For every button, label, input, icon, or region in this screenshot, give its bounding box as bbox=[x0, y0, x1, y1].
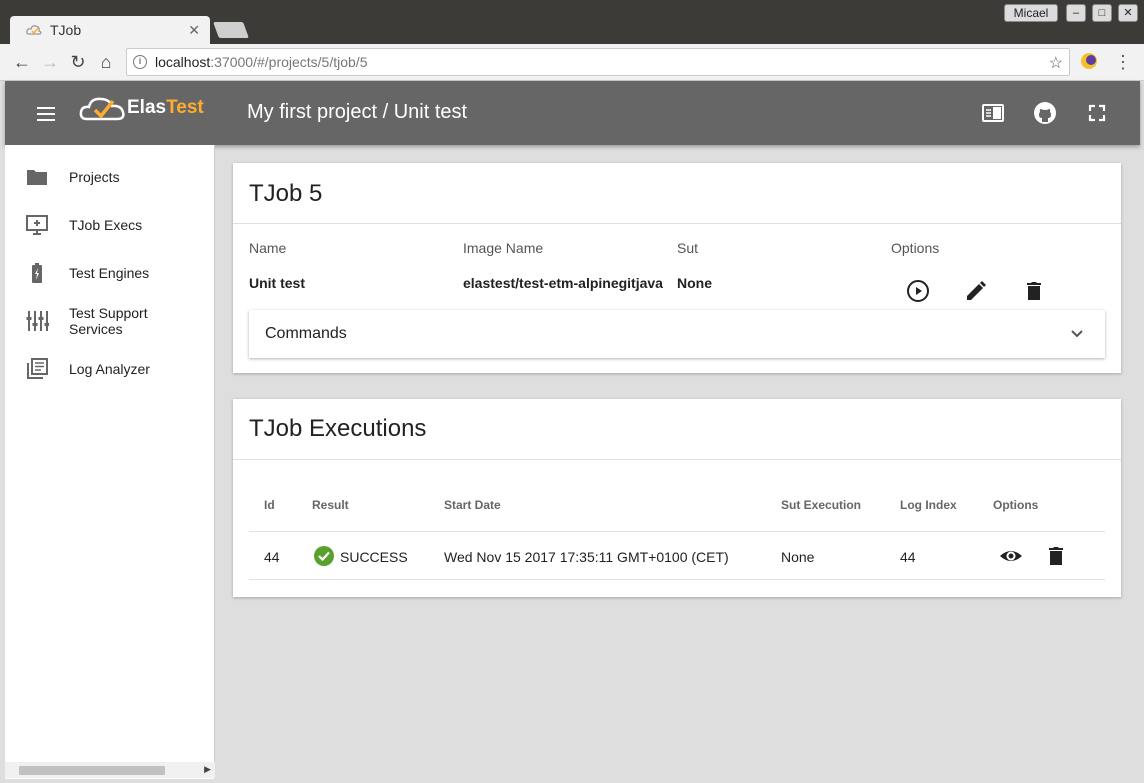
execution-log-index: 44 bbox=[900, 549, 916, 565]
sidebar-item-label: Test Engines bbox=[69, 265, 150, 281]
tab-title: TJob bbox=[50, 22, 82, 38]
execution-start-date: Wed Nov 15 2017 17:35:11 GMT+0100 (CET) bbox=[444, 549, 729, 565]
edit-icon[interactable] bbox=[964, 279, 988, 303]
commands-label: Commands bbox=[265, 325, 347, 342]
new-tab-button[interactable] bbox=[213, 22, 249, 38]
sidebar-item-tjob-execs[interactable]: TJob Execs bbox=[5, 213, 215, 237]
site-info-icon[interactable]: i bbox=[133, 55, 147, 69]
tab-strip: TJob ✕ Micael – □ ✕ bbox=[0, 0, 1144, 44]
tjob-title: TJob 5 bbox=[249, 180, 323, 207]
view-eye-icon[interactable] bbox=[999, 544, 1023, 568]
executions-title: TJob Executions bbox=[249, 415, 427, 442]
minimize-button[interactable]: – bbox=[1066, 4, 1086, 22]
sidebar-item-label: TJob Execs bbox=[69, 217, 143, 233]
tab-close-icon[interactable]: ✕ bbox=[188, 22, 200, 39]
github-icon[interactable] bbox=[1033, 101, 1057, 125]
sidebar-horizontal-scrollbar[interactable]: ▶ bbox=[5, 762, 215, 778]
url-path: :37000/#/projects/5/tjob/5 bbox=[210, 54, 368, 70]
library-books-icon bbox=[27, 358, 48, 379]
sidebar-item-label: Projects bbox=[69, 169, 120, 185]
forward-arrow-icon[interactable]: → bbox=[40, 52, 60, 72]
menu-icon[interactable] bbox=[37, 107, 55, 121]
elastest-logo: Elas Test bbox=[79, 93, 204, 123]
image-name-value: elastest/test-etm-alpinegitjava bbox=[463, 275, 663, 291]
execution-id: 44 bbox=[264, 549, 280, 565]
cloud-check-logo-icon bbox=[79, 97, 125, 121]
column-header-start-date[interactable]: Start Date bbox=[444, 498, 501, 512]
sidebar-item-log-analyzer[interactable]: Log Analyzer bbox=[5, 357, 215, 381]
fullscreen-icon[interactable] bbox=[1085, 101, 1109, 125]
image-name-header: Image Name bbox=[463, 240, 544, 256]
battery-icon bbox=[32, 263, 42, 283]
browser-menu-icon[interactable]: ⋮ bbox=[1114, 52, 1132, 73]
column-header-sut-execution[interactable]: Sut Execution bbox=[781, 498, 861, 512]
scrollbar-thumb[interactable] bbox=[19, 766, 165, 775]
execution-sut: None bbox=[781, 549, 815, 565]
column-header-id[interactable]: Id bbox=[264, 498, 275, 512]
delete-icon[interactable] bbox=[1022, 279, 1046, 303]
tjob-card: TJob 5 Name Image Name Sut Options Unit … bbox=[233, 163, 1121, 373]
brand-name-part1: Elas bbox=[127, 97, 167, 118]
reload-icon[interactable]: ↻ bbox=[68, 52, 88, 72]
tune-icon bbox=[26, 311, 49, 331]
bookmark-star-icon[interactable]: ☆ bbox=[1049, 53, 1063, 73]
options-header: Options bbox=[891, 240, 940, 256]
maximize-button[interactable]: □ bbox=[1092, 4, 1112, 22]
tjob-name-value: Unit test bbox=[249, 275, 305, 291]
close-window-button[interactable]: ✕ bbox=[1118, 4, 1138, 22]
divider bbox=[233, 223, 1121, 224]
check-circle-icon bbox=[314, 546, 334, 566]
url-host: localhost bbox=[155, 54, 211, 70]
sidebar-item-projects[interactable]: Projects bbox=[5, 165, 215, 189]
sidebar: Projects TJob Execs Test Engines Test Su… bbox=[5, 145, 215, 779]
address-bar[interactable]: i localhost:37000/#/projects/5/tjob/5 ☆ bbox=[126, 48, 1070, 76]
delete-icon[interactable] bbox=[1044, 544, 1068, 568]
scroll-right-arrow-icon[interactable]: ▶ bbox=[204, 764, 211, 775]
name-header: Name bbox=[249, 240, 287, 256]
home-icon[interactable]: ⌂ bbox=[96, 52, 116, 72]
brand-name-part2: Test bbox=[166, 97, 204, 118]
row-divider bbox=[249, 579, 1105, 580]
execution-result: SUCCESS bbox=[340, 549, 408, 565]
extension-icon[interactable] bbox=[1081, 53, 1097, 69]
sidebar-item-label: Test Support Services bbox=[69, 305, 148, 337]
column-header-options: Options bbox=[993, 498, 1039, 512]
sut-header: Sut bbox=[677, 240, 699, 256]
sidebar-item-label: Log Analyzer bbox=[69, 361, 150, 377]
monitor-add-icon bbox=[26, 215, 48, 235]
run-icon[interactable] bbox=[906, 279, 930, 303]
chrome-reader-icon[interactable] bbox=[981, 101, 1005, 125]
app-header: Elas Test My first project / Unit test bbox=[5, 81, 1140, 145]
browser-tab[interactable]: TJob ✕ bbox=[10, 16, 210, 44]
browser-toolbar: ← → ↻ ⌂ i localhost:37000/#/projects/5/t… bbox=[0, 44, 1144, 81]
elastest-favicon-icon bbox=[26, 25, 42, 35]
page-title: My first project / Unit test bbox=[247, 101, 468, 123]
browser-window: TJob ✕ Micael – □ ✕ ← → ↻ ⌂ i localhost:… bbox=[0, 0, 1144, 783]
sidebar-item-test-support-services[interactable]: Test Support Services bbox=[5, 305, 215, 337]
sut-value: None bbox=[677, 275, 712, 291]
folder-icon bbox=[27, 170, 47, 185]
tjob-executions-card: TJob Executions Id Result Start Date Sut… bbox=[233, 399, 1121, 597]
chevron-down-icon[interactable] bbox=[1067, 324, 1087, 344]
commands-expansion-panel[interactable]: Commands bbox=[249, 310, 1105, 358]
back-arrow-icon[interactable]: ← bbox=[12, 52, 32, 72]
column-header-result[interactable]: Result bbox=[312, 498, 349, 512]
header-divider bbox=[249, 531, 1105, 532]
sidebar-item-test-engines[interactable]: Test Engines bbox=[5, 261, 215, 285]
column-header-log-index[interactable]: Log Index bbox=[900, 498, 957, 512]
divider bbox=[233, 459, 1121, 460]
profile-button[interactable]: Micael bbox=[1004, 4, 1058, 22]
